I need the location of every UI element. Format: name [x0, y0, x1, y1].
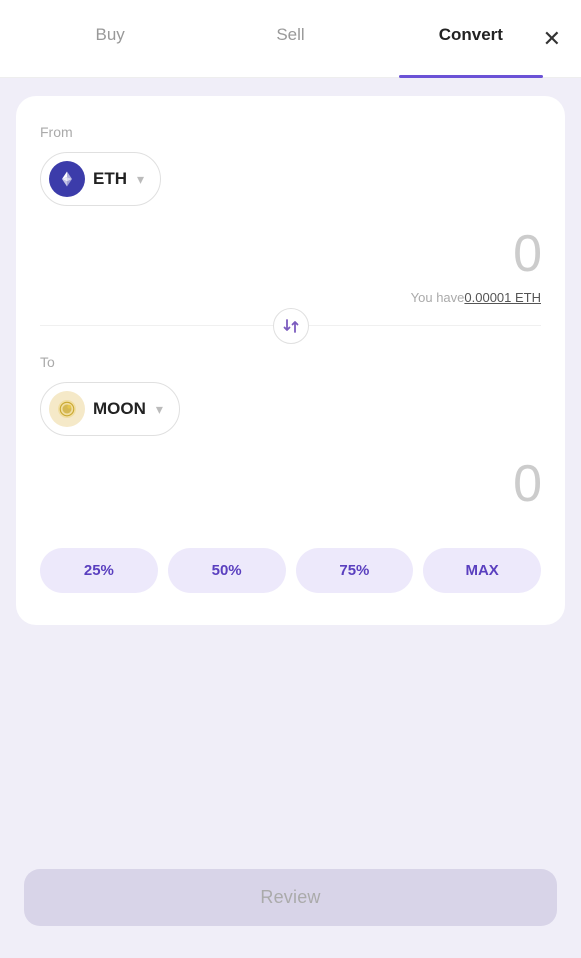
pct-25-button[interactable]: 25%: [40, 548, 158, 593]
from-section: From ETH ▾ 0 You have 0.00001 ETH: [40, 124, 541, 325]
tab-buy[interactable]: Buy: [20, 0, 200, 78]
to-token-selector[interactable]: MOON ▾: [40, 382, 180, 436]
from-amount-row: 0: [40, 206, 541, 290]
from-chevron-icon: ▾: [137, 171, 144, 188]
eth-icon: [49, 161, 85, 197]
from-amount: 0: [513, 224, 541, 284]
to-section: To MOON ▾ 0: [40, 354, 541, 520]
tab-convert[interactable]: Convert: [381, 0, 561, 78]
convert-card: From ETH ▾ 0 You have 0.00001 ETH: [16, 96, 565, 625]
close-button[interactable]: ✕: [543, 28, 561, 50]
bottom-bar: Review: [0, 853, 581, 958]
review-button[interactable]: Review: [24, 869, 557, 926]
to-token-name: MOON: [93, 399, 146, 419]
swap-button[interactable]: [273, 308, 309, 344]
swap-icon: [282, 317, 300, 335]
moon-icon: [49, 391, 85, 427]
from-token-name: ETH: [93, 169, 127, 189]
pct-75-button[interactable]: 75%: [296, 548, 414, 593]
to-label: To: [40, 354, 541, 370]
tab-sell[interactable]: Sell: [200, 0, 380, 78]
to-amount-row: 0: [40, 436, 541, 520]
pct-50-button[interactable]: 50%: [168, 548, 286, 593]
from-token-selector[interactable]: ETH ▾: [40, 152, 161, 206]
swap-divider: [40, 325, 541, 326]
balance-prefix: You have: [411, 290, 465, 305]
percentage-buttons-row: 25% 50% 75% MAX: [40, 548, 541, 593]
to-amount: 0: [513, 454, 541, 514]
pct-max-button[interactable]: MAX: [423, 548, 541, 593]
tab-bar: Buy Sell Convert ✕: [0, 0, 581, 78]
to-chevron-icon: ▾: [156, 401, 163, 418]
from-label: From: [40, 124, 541, 140]
balance-value[interactable]: 0.00001 ETH: [464, 290, 541, 305]
